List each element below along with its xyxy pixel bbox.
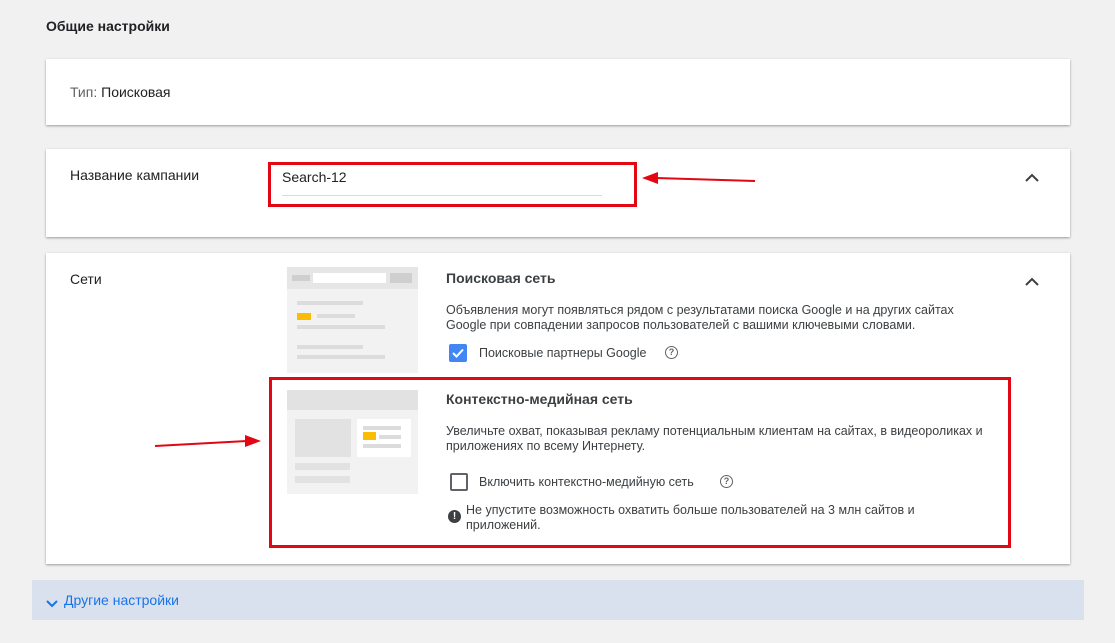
annotation-arrows: [154, 172, 756, 447]
annotation-arrow-left: [642, 172, 756, 184]
annotation-arrow-right: [154, 435, 261, 447]
